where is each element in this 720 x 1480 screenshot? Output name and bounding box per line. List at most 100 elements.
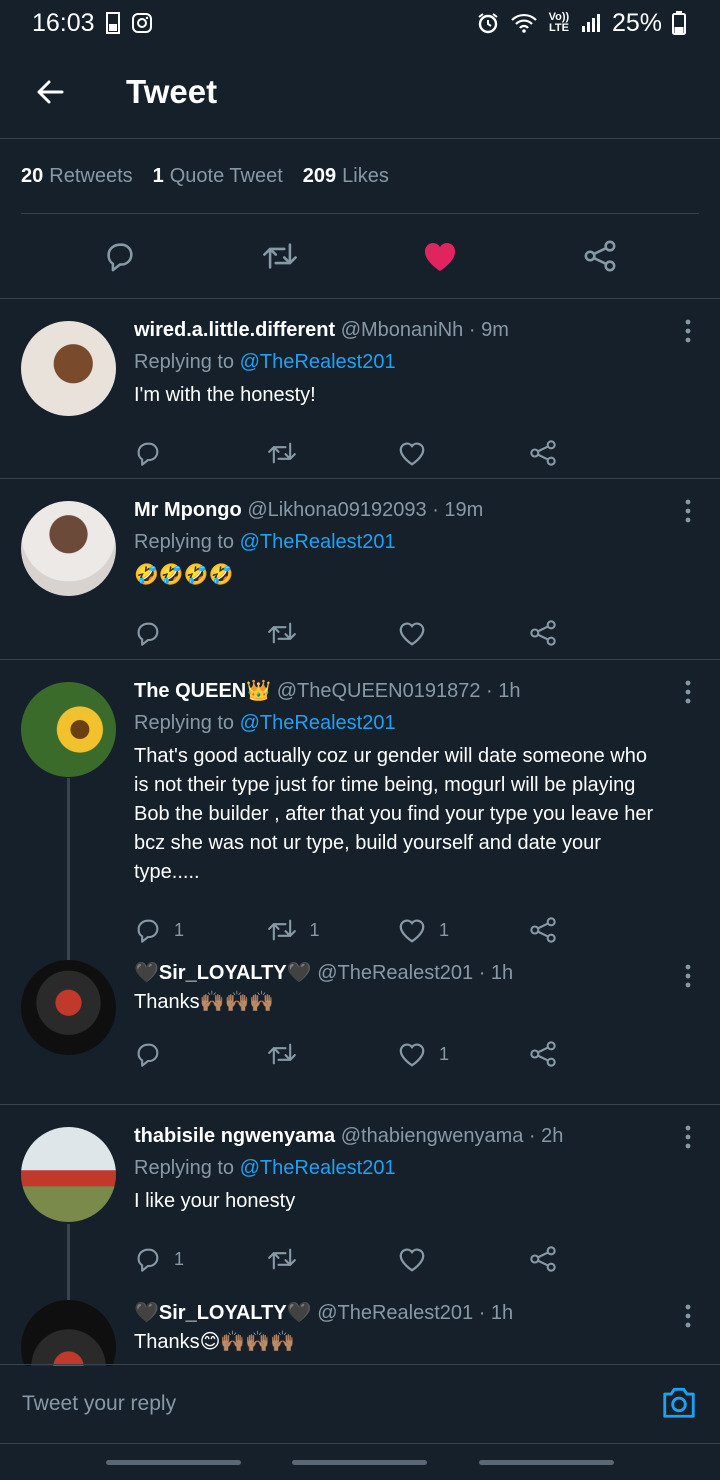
avatar[interactable]: [21, 321, 116, 416]
retweet-button[interactable]: [266, 439, 398, 467]
author-name[interactable]: wired.a.little.different: [134, 319, 335, 341]
heart-icon: [399, 1043, 425, 1067]
mention-link[interactable]: @TheRealest201: [240, 531, 396, 553]
reply-count: 1: [174, 919, 185, 940]
more-icon: [685, 319, 691, 343]
more-options-button[interactable]: [684, 964, 692, 993]
share-button[interactable]: [529, 619, 661, 647]
share-icon: [529, 620, 556, 646]
like-button[interactable]: [397, 1245, 529, 1273]
more-options-button[interactable]: [684, 499, 692, 528]
tweet-stats: 20 Retweets 1 Quote Tweet 209 Likes: [21, 139, 699, 214]
camera-icon: [663, 1387, 695, 1418]
reply-button[interactable]: 1: [134, 916, 266, 944]
reply-tweet[interactable]: The QUEEN👑 @TheQUEEN0191872 · 1h Replyin…: [0, 660, 720, 960]
tweet-text: I'm with the honesty!: [134, 384, 316, 406]
wifi-icon: [510, 12, 538, 34]
volte-indicator: Vo)) LTE: [548, 11, 570, 34]
avatar[interactable]: [21, 960, 116, 1055]
reply-actions: [134, 598, 660, 668]
more-options-button[interactable]: [684, 319, 692, 348]
share-button[interactable]: [529, 1245, 661, 1273]
like-button[interactable]: [400, 239, 480, 273]
like-button[interactable]: 1: [397, 916, 529, 944]
author-name[interactable]: 🖤Sir_LOYALTY🖤: [134, 962, 312, 984]
reply-button[interactable]: [134, 619, 266, 647]
share-button[interactable]: [529, 916, 661, 944]
share-button[interactable]: [560, 239, 640, 273]
retweet-icon: [267, 442, 296, 464]
reply-tweet[interactable]: Mr Mpongo @Likhona09192093 · 19m Replyin…: [0, 479, 720, 660]
quote-tweets-stat[interactable]: 1 Quote Tweet: [153, 165, 283, 188]
like-button[interactable]: [397, 619, 529, 647]
instagram-icon: [131, 12, 153, 34]
sim-icon: [105, 12, 121, 34]
battery-icon: [672, 11, 686, 35]
tweet-text: That's good actually coz ur gender will …: [134, 745, 654, 883]
author-handle: @TheRealest201 · 1h: [317, 962, 514, 984]
reply-count: 1: [174, 1248, 185, 1269]
avatar[interactable]: [21, 1127, 116, 1222]
avatar[interactable]: [21, 501, 116, 596]
share-button[interactable]: [529, 1040, 661, 1068]
reply-button[interactable]: 1: [134, 1245, 266, 1273]
battery-percent: 25%: [611, 8, 662, 37]
reply-tweet[interactable]: wired.a.little.different @MbonaniNh · 9m…: [0, 299, 720, 479]
avatar[interactable]: [21, 1300, 116, 1366]
share-button[interactable]: [529, 439, 661, 467]
reply-tweet[interactable]: thabisile ngwenyama @thabiengwenyama · 2…: [0, 1105, 720, 1300]
tweet-actions: [0, 214, 720, 299]
reply-button[interactable]: [134, 1040, 266, 1068]
heart-icon: [424, 243, 456, 271]
author-handle: @TheRealest201 · 1h: [317, 1302, 514, 1324]
reply-button[interactable]: [80, 239, 160, 273]
retweet-button[interactable]: [266, 1245, 398, 1273]
nav-back[interactable]: [479, 1459, 615, 1465]
more-options-button[interactable]: [684, 680, 692, 709]
status-time: 16:03: [32, 8, 95, 37]
more-icon: [685, 1304, 691, 1328]
nav-home[interactable]: [292, 1459, 428, 1465]
replying-to: Replying to @TheRealest201: [134, 1157, 396, 1179]
reply-icon: [137, 1248, 159, 1272]
reply-tweet[interactable]: 🖤Sir_LOYALTY🖤 @TheRealest201 · 1h Thanks…: [0, 960, 720, 1105]
like-button[interactable]: [397, 439, 529, 467]
mention-link[interactable]: @TheRealest201: [240, 351, 396, 373]
reply-button[interactable]: [134, 439, 266, 467]
reply-icon: [137, 622, 159, 646]
retweet-button[interactable]: 1: [266, 916, 398, 944]
heart-icon: [399, 919, 425, 943]
alarm-icon: [476, 11, 500, 35]
retweet-icon: [267, 1248, 296, 1270]
nav-recents[interactable]: [105, 1459, 241, 1465]
author-name[interactable]: The QUEEN👑: [134, 680, 271, 702]
retweet-icon: [263, 243, 297, 269]
retweet-button[interactable]: [266, 619, 398, 647]
page-title: Tweet: [126, 73, 218, 110]
avatar[interactable]: [21, 682, 116, 777]
signal-icon: [580, 12, 602, 34]
likes-stat[interactable]: 209 Likes: [303, 165, 389, 188]
retweets-stat[interactable]: 20 Retweets: [21, 165, 133, 188]
more-options-button[interactable]: [684, 1304, 692, 1333]
like-button[interactable]: 1: [397, 1040, 529, 1068]
share-icon: [529, 440, 556, 466]
replying-to: Replying to @TheRealest201: [134, 712, 396, 734]
back-button[interactable]: [0, 77, 100, 107]
author-name[interactable]: Mr Mpongo: [134, 499, 242, 521]
mention-link[interactable]: @TheRealest201: [240, 712, 396, 734]
retweet-button[interactable]: [240, 239, 320, 273]
more-options-button[interactable]: [684, 1125, 692, 1154]
camera-button[interactable]: [660, 1384, 698, 1425]
share-icon: [529, 917, 556, 943]
reply-tweet[interactable]: 🖤Sir_LOYALTY🖤 @TheRealest201 · 1h Thanks…: [0, 1300, 720, 1366]
reply-composer[interactable]: Tweet your reply: [0, 1364, 720, 1444]
retweet-button[interactable]: [266, 1040, 398, 1068]
mention-link[interactable]: @TheRealest201: [240, 1157, 396, 1179]
retweet-icon: [267, 622, 296, 644]
reply-input[interactable]: Tweet your reply: [22, 1392, 176, 1416]
author-handle: @Likhona09192093 · 19m: [247, 499, 484, 521]
author-name[interactable]: thabisile ngwenyama: [134, 1125, 335, 1147]
replying-to: Replying to @TheRealest201: [134, 351, 396, 373]
author-name[interactable]: 🖤Sir_LOYALTY🖤: [134, 1302, 312, 1324]
